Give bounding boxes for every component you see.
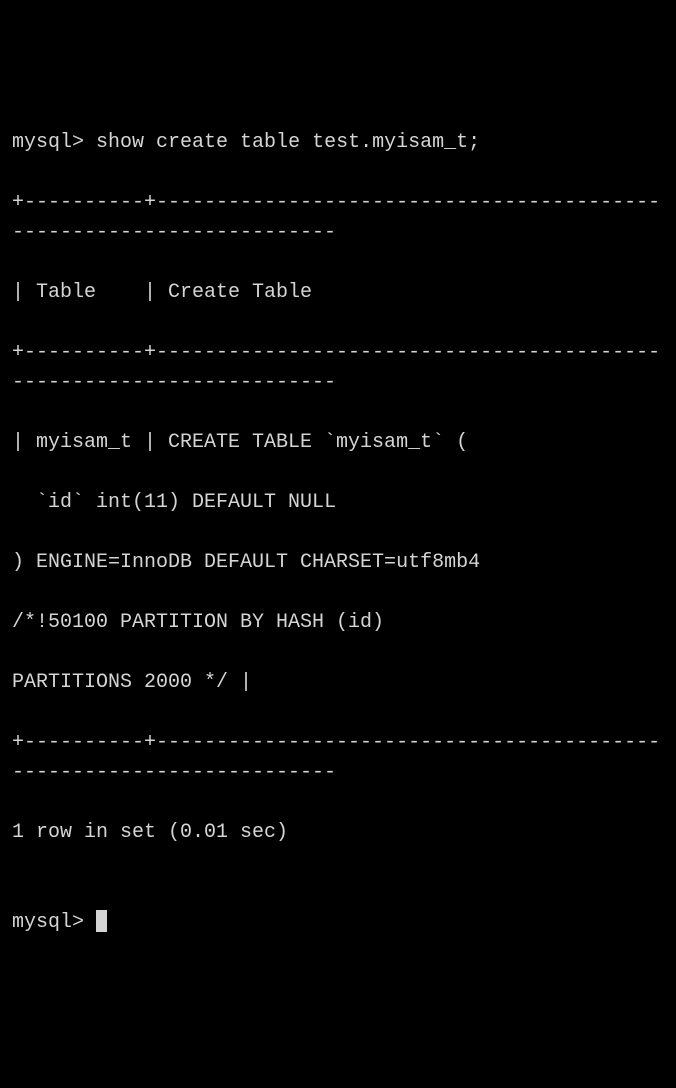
table-border-bottom: +----------+----------------------------… (12, 728, 664, 788)
mysql-prompt: mysql> (12, 131, 84, 154)
command-line: mysql> show create table test.myisam_t; (12, 128, 664, 158)
table-data-row-1: | myisam_t | CREATE TABLE `myisam_t` ( (12, 428, 664, 458)
table-data-row-4: /*!50100 PARTITION BY HASH (id) (12, 608, 664, 638)
prompt-line[interactable]: mysql> (12, 908, 664, 938)
cursor-icon (96, 910, 107, 932)
sql-command: show create table test.myisam_t; (96, 131, 480, 154)
table-border-mid: +----------+----------------------------… (12, 338, 664, 398)
table-header-row: | Table | Create Table (12, 278, 664, 308)
mysql-prompt: mysql> (12, 911, 84, 934)
table-data-row-3: ) ENGINE=InnoDB DEFAULT CHARSET=utf8mb4 (12, 548, 664, 578)
result-status: 1 row in set (0.01 sec) (12, 818, 664, 848)
table-data-row-5: PARTITIONS 2000 */ | (12, 668, 664, 698)
table-data-row-2: `id` int(11) DEFAULT NULL (12, 488, 664, 518)
table-border-top: +----------+----------------------------… (12, 188, 664, 248)
